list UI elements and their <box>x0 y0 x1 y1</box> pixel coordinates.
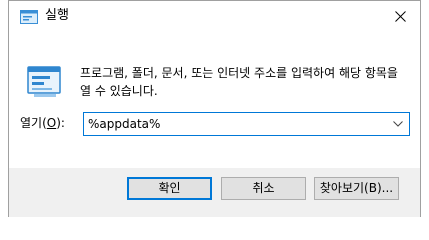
ok-button[interactable]: 확인 <box>127 177 212 200</box>
dialog-footer: 확인 취소 찾아보기(B)... <box>9 168 420 217</box>
run-icon <box>20 10 38 24</box>
close-button[interactable] <box>380 1 420 31</box>
open-input[interactable]: %appdata% <box>88 116 160 132</box>
open-label: 열기(O): <box>20 116 65 130</box>
open-combobox[interactable]: %appdata% <box>83 112 410 136</box>
dialog-body: 프로그램, 폴더, 문서, 또는 인터넷 주소를 입력하여 해당 항목을 열 수… <box>9 31 420 168</box>
run-dialog: 실행 프로그램, 폴더, 문서, 또는 인터넷 주소를 입력하여 해당 항목을 … <box>8 0 421 217</box>
title-bar[interactable]: 실행 <box>9 1 420 31</box>
browse-button[interactable]: 찾아보기(B)... <box>314 177 399 200</box>
run-icon <box>27 66 61 97</box>
close-icon <box>394 10 406 22</box>
dropdown-button[interactable] <box>387 113 409 135</box>
window-title: 실행 <box>45 8 69 23</box>
chevron-down-icon <box>393 121 403 127</box>
cancel-button[interactable]: 취소 <box>221 177 306 200</box>
dialog-description: 프로그램, 폴더, 문서, 또는 인터넷 주소를 입력하여 해당 항목을 열 수… <box>80 66 398 98</box>
